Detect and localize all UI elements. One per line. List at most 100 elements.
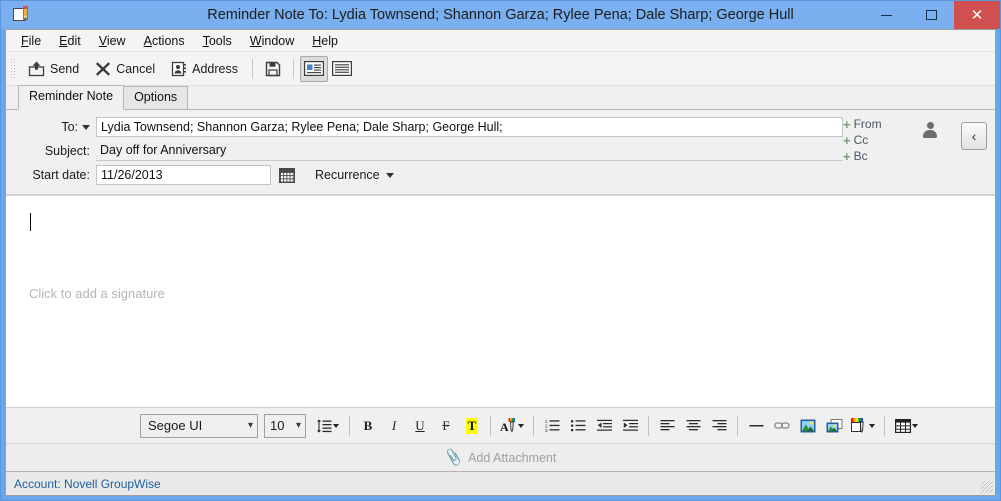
chevron-left-icon: ‹	[971, 128, 977, 144]
cancel-button[interactable]: Cancel	[87, 56, 163, 82]
format-separator-4	[648, 415, 649, 436]
menu-help[interactable]: Help	[303, 31, 347, 51]
align-left-button[interactable]	[656, 414, 678, 438]
image-icon	[800, 419, 816, 433]
tab-options[interactable]: Options	[123, 86, 189, 109]
format-toolbar: Segoe UI ▾ 10 ▾ B I U F T A 1 2 3	[6, 407, 995, 443]
bold-button[interactable]: B	[357, 414, 379, 438]
format-separator-5	[737, 415, 738, 436]
resize-grip[interactable]	[981, 481, 993, 493]
line-spacing-icon	[317, 419, 332, 433]
menu-bar: File Edit View Actions Tools Window Help	[6, 30, 995, 52]
save-disk-icon	[265, 61, 281, 77]
plus-icon: +	[843, 133, 851, 148]
title-bar[interactable]: Reminder Note To: Lydia Townsend; Shanno…	[1, 1, 1000, 29]
attachment-bar[interactable]: 📎 Add Attachment	[6, 443, 995, 471]
to-input[interactable]: Lydia Townsend; Shannon Garza; Rylee Pen…	[96, 117, 843, 137]
horizontal-line-button[interactable]	[745, 414, 767, 438]
menu-window[interactable]: Window	[241, 31, 303, 51]
toolbar-separator	[251, 58, 253, 79]
insert-image-button[interactable]	[797, 414, 819, 438]
from-label: From	[853, 117, 882, 131]
add-attachment-label: Add Attachment	[468, 450, 557, 465]
background-color-button[interactable]	[849, 414, 877, 438]
highlight-icon: T	[465, 417, 479, 434]
font-size-select[interactable]: 10 ▾	[264, 413, 306, 438]
main-toolbar: Send Cancel Address	[6, 52, 995, 86]
chevron-down-icon: ▾	[247, 420, 253, 431]
numbered-list-icon: 1 2 3	[545, 419, 560, 432]
add-bc-link[interactable]: + Bc	[843, 149, 907, 164]
to-label-group[interactable]: To:	[12, 120, 96, 134]
chevron-down-icon	[385, 172, 394, 178]
underline-button[interactable]: U	[409, 414, 431, 438]
subject-input[interactable]: Day off for Anniversary	[96, 141, 843, 161]
add-cc-link[interactable]: + Cc	[843, 133, 907, 148]
reminder-note-window: Reminder Note To: Lydia Townsend; Shanno…	[0, 0, 1001, 501]
address-selector[interactable]	[907, 116, 953, 188]
recurrence-dropdown[interactable]: Recurrence	[311, 166, 398, 184]
italic-button[interactable]: I	[383, 414, 405, 438]
collapse-header-button[interactable]: ‹	[961, 122, 987, 150]
decrease-indent-icon	[596, 419, 612, 432]
menu-view[interactable]: View	[90, 31, 135, 51]
hyperlink-button[interactable]	[771, 414, 793, 438]
svg-text:A: A	[500, 420, 509, 433]
font-family-select[interactable]: Segoe UI ▾	[140, 413, 258, 438]
format-separator-3	[533, 415, 534, 436]
bc-label: Bc	[853, 149, 868, 163]
chevron-down-icon[interactable]	[82, 124, 90, 130]
tab-reminder-note-label: Reminder Note	[29, 89, 114, 103]
increase-indent-button[interactable]	[619, 414, 641, 438]
send-button[interactable]: Send	[20, 56, 87, 82]
view-plain-button[interactable]	[328, 56, 356, 82]
menu-tools[interactable]: Tools	[194, 31, 241, 51]
format-separator-2	[490, 415, 491, 436]
view-split-button[interactable]	[299, 55, 328, 82]
to-row: To: Lydia Townsend; Shannon Garza; Rylee…	[12, 116, 843, 138]
address-links: + From + Cc + Bc	[843, 116, 907, 188]
highlight-button[interactable]: T	[461, 414, 483, 438]
menu-file[interactable]: File	[12, 31, 50, 51]
toolbar-grip[interactable]	[10, 57, 15, 80]
image-file-icon	[826, 418, 843, 433]
strikethrough-button[interactable]: F	[435, 414, 457, 438]
maximize-button[interactable]	[909, 1, 954, 29]
font-size-value: 10	[270, 418, 285, 433]
save-button[interactable]	[259, 56, 287, 82]
collapse-column: ‹	[953, 116, 995, 188]
line-spacing-button[interactable]	[314, 414, 342, 438]
numbered-list-button[interactable]: 1 2 3	[541, 414, 563, 438]
decrease-indent-button[interactable]	[593, 414, 615, 438]
minimize-button[interactable]	[864, 1, 909, 29]
recurrence-label: Recurrence	[315, 168, 380, 182]
address-button[interactable]: Address	[163, 56, 246, 82]
signature-placeholder[interactable]: Click to add a signature	[29, 286, 165, 301]
chevron-down-icon	[869, 423, 875, 428]
format-separator-1	[349, 415, 350, 436]
startdate-label: Start date:	[32, 168, 90, 182]
align-center-button[interactable]	[682, 414, 704, 438]
svg-text:3: 3	[545, 428, 548, 432]
insert-image-file-button[interactable]	[823, 414, 845, 438]
horizontal-line-icon	[749, 419, 764, 432]
table-button[interactable]	[892, 414, 920, 438]
calendar-icon[interactable]	[279, 167, 295, 183]
message-body[interactable]: Click to add a signature	[6, 195, 995, 407]
increase-indent-icon	[622, 419, 638, 432]
subject-row: Subject: Day off for Anniversary	[12, 140, 843, 162]
plus-icon: +	[843, 149, 851, 164]
toolbar-separator-2	[292, 58, 294, 79]
font-color-button[interactable]: A	[498, 414, 526, 438]
bulleted-list-icon	[570, 419, 586, 432]
menu-edit[interactable]: Edit	[50, 31, 90, 51]
startdate-input[interactable]: 11/26/2013	[96, 165, 271, 185]
status-bar: Account: Novell GroupWise	[6, 471, 995, 495]
client-area: File Edit View Actions Tools Window Help…	[5, 29, 996, 496]
close-button[interactable]: ✕	[954, 1, 1000, 29]
bulleted-list-button[interactable]	[567, 414, 589, 438]
add-from-link[interactable]: + From	[843, 117, 907, 132]
menu-actions[interactable]: Actions	[135, 31, 194, 51]
tab-reminder-note[interactable]: Reminder Note	[18, 85, 125, 110]
align-right-button[interactable]	[708, 414, 730, 438]
